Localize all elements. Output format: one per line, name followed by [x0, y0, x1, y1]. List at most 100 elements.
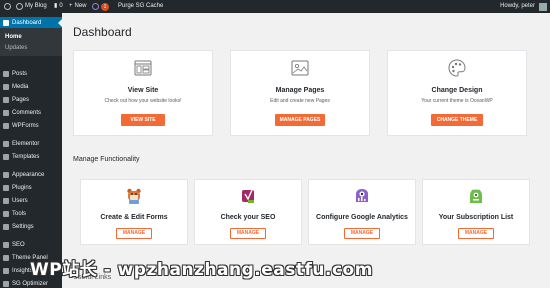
- page-icon: [3, 96, 9, 103]
- card-change-design: Change Design Your current theme is Ocea…: [387, 50, 527, 136]
- sidebar-item-posts[interactable]: Posts: [0, 68, 62, 79]
- dashboard-icon: [3, 19, 9, 26]
- manage-seo-button[interactable]: MANAGE: [230, 228, 266, 239]
- settings-icon: [3, 223, 9, 230]
- admin-bar-new[interactable]: + New: [69, 0, 87, 13]
- sidebar-label: Tools: [12, 210, 27, 217]
- sidebar-label: Users: [12, 197, 28, 204]
- chart-icon: [3, 267, 9, 274]
- form-icon: [3, 122, 9, 129]
- card-view-site: View Site Check out how your website loo…: [73, 50, 213, 136]
- card-title: Change Design: [431, 87, 483, 94]
- plugin-icon: [3, 184, 9, 191]
- card-title: Create & Edit Forms: [100, 214, 168, 221]
- manage-forms-button[interactable]: MANAGE: [116, 228, 152, 239]
- sidebar-item-users[interactable]: Users: [0, 195, 62, 206]
- sidebar-label: SEO: [12, 241, 25, 248]
- user-icon: [3, 197, 9, 204]
- view-site-button[interactable]: VIEW SITE: [121, 114, 165, 126]
- wordpress-logo-icon[interactable]: [4, 0, 11, 13]
- card-title: View Site: [127, 87, 159, 94]
- elementor-icon: [3, 140, 9, 147]
- monsterinsights-icon: [92, 3, 99, 10]
- site-name: My Blog: [25, 3, 47, 9]
- comment-icon: ▮: [54, 3, 58, 9]
- card-manage-pages: Manage Pages Edit and create new Pages M…: [230, 50, 370, 136]
- card-description: Your current theme is OceanWP: [421, 98, 493, 104]
- card-analytics: Configure Google Analytics MANAGE: [308, 179, 416, 245]
- card-forms: Create & Edit Forms MANAGE: [80, 179, 188, 245]
- sidebar-label: Comments: [12, 109, 42, 116]
- sidebar-sub-updates[interactable]: Updates: [0, 42, 62, 53]
- optimizer-icon: [3, 280, 9, 287]
- page-title: Dashboard: [73, 25, 132, 39]
- sidebar-item-media[interactable]: Media: [0, 81, 62, 92]
- sidebar-item-appearance[interactable]: Appearance: [0, 169, 62, 180]
- admin-sidebar: Dashboard Home Updates Posts Media Pages…: [0, 13, 62, 288]
- section-title: Manage Functionality: [73, 156, 140, 163]
- admin-bar-account[interactable]: Howdy, peter: [500, 0, 547, 13]
- sidebar-label: Plugins: [12, 184, 32, 191]
- sidebar-item-wpforms[interactable]: WPForms: [0, 120, 62, 131]
- dashboard-submenu: Home Updates: [0, 28, 62, 56]
- sidebar-label: Home: [5, 33, 22, 40]
- sidebar-item-settings[interactable]: Settings: [0, 221, 62, 232]
- comments-count: 0: [59, 3, 63, 9]
- layout-icon: [134, 60, 152, 76]
- sidebar-label: Pages: [12, 96, 30, 103]
- card-description: Edit and create new Pages: [270, 98, 330, 104]
- sidebar-label: Media: [12, 83, 29, 90]
- panel-icon: [3, 254, 9, 261]
- card-subscription: Your Subscription List MANAGE: [422, 179, 530, 245]
- new-label: New: [74, 3, 87, 9]
- sidebar-label: Dashboard: [12, 19, 42, 26]
- optinmonster-icon: [470, 189, 482, 203]
- wpforms-bear-icon: [127, 188, 141, 204]
- monsterinsights-icon: [356, 189, 368, 202]
- manage-subscriptions-button[interactable]: MANAGE: [458, 228, 494, 239]
- sidebar-item-elementor[interactable]: Elementor: [0, 138, 62, 149]
- admin-bar-purge-cache[interactable]: Purge SG Cache: [118, 0, 163, 13]
- admin-bar-updates[interactable]: 1: [92, 0, 109, 13]
- comment-icon: [3, 109, 9, 116]
- sidebar-item-seo[interactable]: SEO: [0, 239, 62, 250]
- card-title: Your Subscription List: [438, 214, 514, 221]
- card-title: Configure Google Analytics: [316, 214, 408, 221]
- purge-cache-label: Purge SG Cache: [118, 3, 164, 9]
- yoast-icon: [3, 241, 9, 248]
- change-theme-button[interactable]: CHANGE THEME: [431, 114, 483, 126]
- folder-icon: [3, 153, 9, 160]
- image-icon: [291, 60, 309, 76]
- manage-analytics-button[interactable]: MANAGE: [344, 228, 380, 239]
- sidebar-label: Templates: [12, 153, 40, 160]
- sidebar-label: Elementor: [12, 140, 40, 147]
- avatar: [539, 2, 547, 11]
- card-description: Check out how your website looks!: [104, 98, 182, 104]
- sidebar-label: Settings: [12, 223, 34, 230]
- plus-icon: +: [69, 3, 73, 9]
- palette-icon: [448, 59, 466, 77]
- manage-pages-button[interactable]: MANAGE PAGES: [275, 114, 325, 126]
- active-arrow: [58, 19, 62, 27]
- wrench-icon: [3, 210, 9, 217]
- yoast-icon: [242, 189, 254, 203]
- admin-bar-site[interactable]: My Blog: [16, 0, 47, 13]
- sidebar-sub-home[interactable]: Home: [0, 31, 62, 42]
- sidebar-label: Posts: [12, 70, 28, 77]
- greeting: Howdy, peter: [500, 3, 535, 9]
- sidebar-item-tools[interactable]: Tools: [0, 208, 62, 219]
- sidebar-item-templates[interactable]: Templates: [0, 151, 62, 162]
- updates-badge: 1: [101, 2, 109, 11]
- sidebar-item-plugins[interactable]: Plugins: [0, 182, 62, 193]
- media-icon: [3, 83, 9, 90]
- home-icon: [16, 3, 23, 10]
- brush-icon: [3, 171, 9, 178]
- card-seo: Check your SEO MANAGE: [194, 179, 302, 245]
- sidebar-item-pages[interactable]: Pages: [0, 94, 62, 105]
- sidebar-label: Appearance: [12, 171, 45, 178]
- admin-bar-comments[interactable]: ▮ 0: [54, 0, 63, 13]
- card-title: Manage Pages: [275, 87, 325, 94]
- sidebar-item-dashboard[interactable]: Dashboard: [0, 17, 62, 28]
- admin-bar: My Blog ▮ 0 + New 1 Purge SG Cache Howdy…: [0, 0, 550, 13]
- sidebar-item-comments[interactable]: Comments: [0, 107, 62, 118]
